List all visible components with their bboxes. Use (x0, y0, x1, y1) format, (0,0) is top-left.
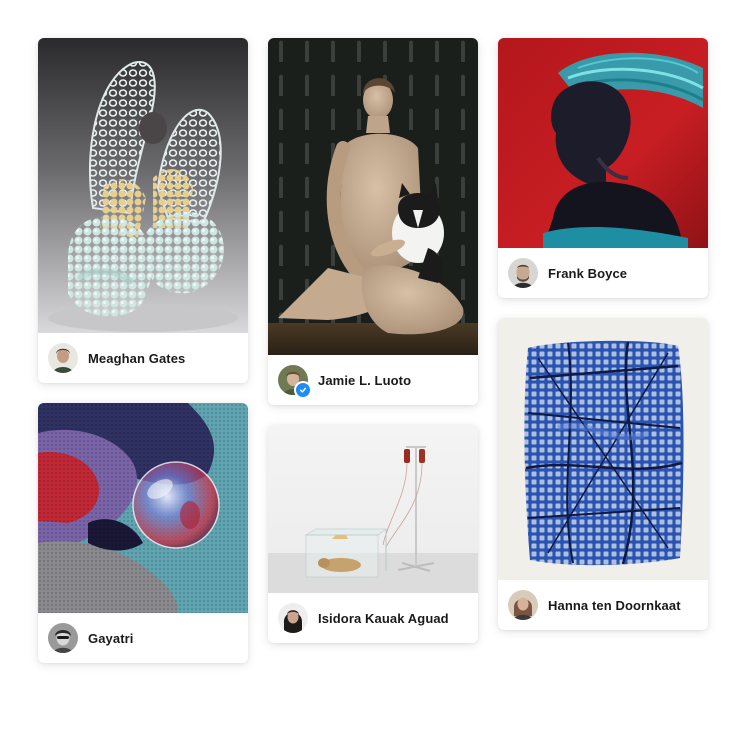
avatar[interactable] (508, 590, 538, 620)
artwork-card-hanna-ten-doornkaat[interactable]: Hanna ten Doornkaat (498, 318, 708, 630)
avatar[interactable] (508, 258, 538, 288)
card-footer: Isidora Kauak Aguad (268, 593, 478, 643)
card-footer: Frank Boyce (498, 248, 708, 298)
verified-check-icon (294, 381, 312, 399)
artist-name[interactable]: Frank Boyce (548, 266, 627, 281)
artwork-image[interactable] (498, 318, 708, 580)
artist-gallery: Meaghan Gates Jamie L. Luoto Frank Boyce… (0, 0, 750, 750)
artist-name[interactable]: Meaghan Gates (88, 351, 185, 366)
card-footer: Gayatri (38, 613, 248, 663)
artist-name[interactable]: Gayatri (88, 631, 134, 646)
card-footer: Jamie L. Luoto (268, 355, 478, 405)
artwork-card-meaghan-gates[interactable]: Meaghan Gates (38, 38, 248, 383)
artwork-image[interactable] (268, 38, 478, 355)
avatar[interactable] (278, 365, 312, 399)
avatar[interactable] (48, 343, 78, 373)
artist-name[interactable]: Hanna ten Doornkaat (548, 598, 681, 613)
artwork-card-isidora-kauak-aguad[interactable]: Isidora Kauak Aguad (268, 425, 478, 643)
artist-name[interactable]: Isidora Kauak Aguad (318, 611, 449, 626)
artwork-image[interactable] (498, 38, 708, 248)
avatar[interactable] (48, 623, 78, 653)
artwork-card-frank-boyce[interactable]: Frank Boyce (498, 38, 708, 298)
artwork-card-jamie-l-luoto[interactable]: Jamie L. Luoto (268, 38, 478, 405)
artwork-image[interactable] (38, 38, 248, 333)
card-footer: Meaghan Gates (38, 333, 248, 383)
artist-name[interactable]: Jamie L. Luoto (318, 373, 411, 388)
artwork-image[interactable] (268, 425, 478, 593)
avatar[interactable] (278, 603, 308, 633)
artwork-image[interactable] (38, 403, 248, 613)
artwork-card-gayatri[interactable]: Gayatri (38, 403, 248, 663)
card-footer: Hanna ten Doornkaat (498, 580, 708, 630)
